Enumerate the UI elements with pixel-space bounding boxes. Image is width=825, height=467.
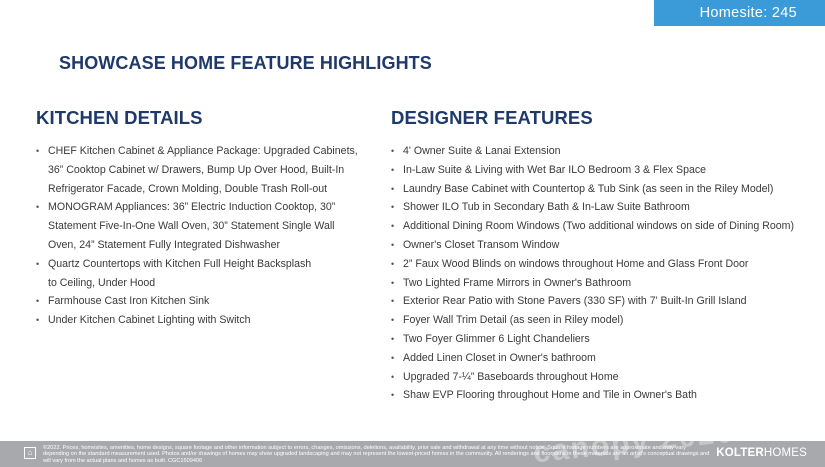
designer-features-list: 4' Owner Suite & Lanai Extension In-Law … xyxy=(391,142,811,405)
list-item: In-Law Suite & Living with Wet Bar ILO B… xyxy=(391,161,811,180)
list-item: Two Foyer Glimmer 6 Light Chandeliers xyxy=(391,330,811,349)
list-item: CHEF Kitchen Cabinet & Appliance Package… xyxy=(36,142,366,198)
list-item: Shower ILO Tub in Secondary Bath & In-La… xyxy=(391,198,811,217)
list-item: 2” Faux Wood Blinds on windows throughou… xyxy=(391,255,811,274)
page-title: SHOWCASE HOME FEATURE HIGHLIGHTS xyxy=(59,53,432,73)
homesite-badge: Homesite: 245 xyxy=(654,0,825,26)
designer-features-section: DESIGNER FEATURES 4' Owner Suite & Lanai… xyxy=(391,106,811,405)
list-item: Shaw EVP Flooring throughout Home and Ti… xyxy=(391,386,811,405)
list-item: Laundry Base Cabinet with Countertop & T… xyxy=(391,180,811,199)
list-item: Additional Dining Room Windows (Two addi… xyxy=(391,217,811,236)
list-item: 4' Owner Suite & Lanai Extension xyxy=(391,142,811,161)
kitchen-details-list: CHEF Kitchen Cabinet & Appliance Package… xyxy=(36,142,366,330)
equal-housing-icon: ⌂ xyxy=(24,447,36,459)
list-item: Added Linen Closet in Owner's bathroom xyxy=(391,349,811,368)
list-item: Upgraded 7-¼” Baseboards throughout Home xyxy=(391,368,811,387)
list-item: Two Lighted Frame Mirrors in Owner's Bat… xyxy=(391,274,811,293)
kitchen-details-heading: KITCHEN DETAILS xyxy=(36,107,203,128)
logo-light-text: HOMES xyxy=(763,447,807,459)
list-item: Quartz Countertops with Kitchen Full Hei… xyxy=(36,255,366,293)
list-item: Owner's Closet Transom Window xyxy=(391,236,811,255)
list-item: MONOGRAM Appliances: 36” Electric Induct… xyxy=(36,198,366,254)
kitchen-details-section: KITCHEN DETAILS CHEF Kitchen Cabinet & A… xyxy=(36,106,366,330)
list-item: Farmhouse Cast Iron Kitchen Sink xyxy=(36,292,366,311)
designer-features-heading: DESIGNER FEATURES xyxy=(391,107,593,128)
list-item: Exterior Rear Patio with Stone Pavers (3… xyxy=(391,292,811,311)
list-item: Under Kitchen Cabinet Lighting with Swit… xyxy=(36,311,366,330)
homesite-label: Homesite: 245 xyxy=(699,5,797,21)
list-item: Foyer Wall Trim Detail (as seen in Riley… xyxy=(391,311,811,330)
